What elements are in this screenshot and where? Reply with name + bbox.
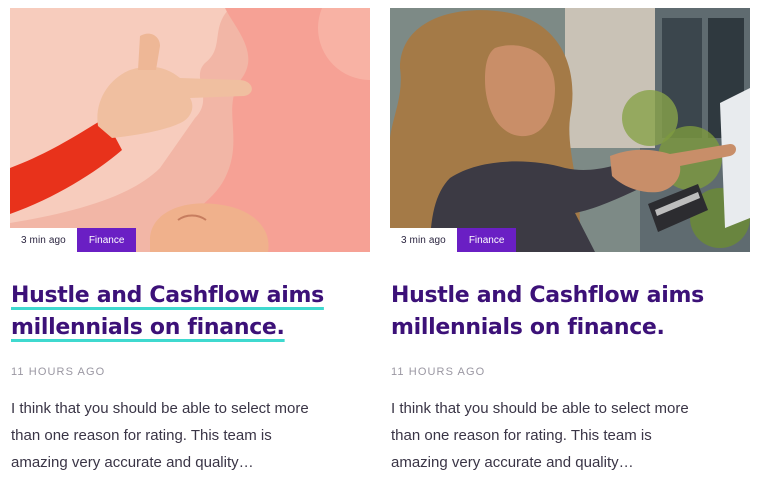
thumbnail-meta-row: 3 min ago Finance: [390, 228, 517, 252]
thumbnail-meta-row: 3 min ago Finance: [10, 228, 137, 252]
time-ago-label: 3 min ago: [10, 228, 77, 252]
article-title-link[interactable]: Hustle and Cashflow aims millennials on …: [391, 283, 704, 340]
time-ago-label: 3 min ago: [390, 228, 457, 252]
article-date: 11 HOURS AGO: [11, 366, 106, 378]
article-date: 11 HOURS AGO: [391, 366, 486, 378]
pointing-hand-illustration: [10, 8, 370, 252]
article-thumbnail[interactable]: 3 min ago Finance: [10, 8, 370, 252]
article-title: Hustle and Cashflow aims millennials on …: [391, 280, 721, 344]
article-title-link[interactable]: Hustle and Cashflow aims millennials on …: [11, 283, 324, 340]
article-thumbnail[interactable]: 3 min ago Finance: [390, 8, 750, 252]
article-title: Hustle and Cashflow aims millennials on …: [11, 280, 341, 344]
article-card[interactable]: 3 min ago Finance Hustle and Cashflow ai…: [10, 8, 370, 476]
article-excerpt: I think that you should be able to selec…: [11, 400, 309, 471]
category-tag[interactable]: Finance: [456, 228, 517, 252]
category-tag[interactable]: Finance: [76, 228, 137, 252]
article-card-grid: 3 min ago Finance Hustle and Cashflow ai…: [0, 0, 761, 488]
article-card[interactable]: 3 min ago Finance Hustle and Cashflow ai…: [390, 8, 750, 476]
woman-with-credit-card-photo: [390, 8, 750, 252]
article-excerpt: I think that you should be able to selec…: [391, 400, 689, 471]
